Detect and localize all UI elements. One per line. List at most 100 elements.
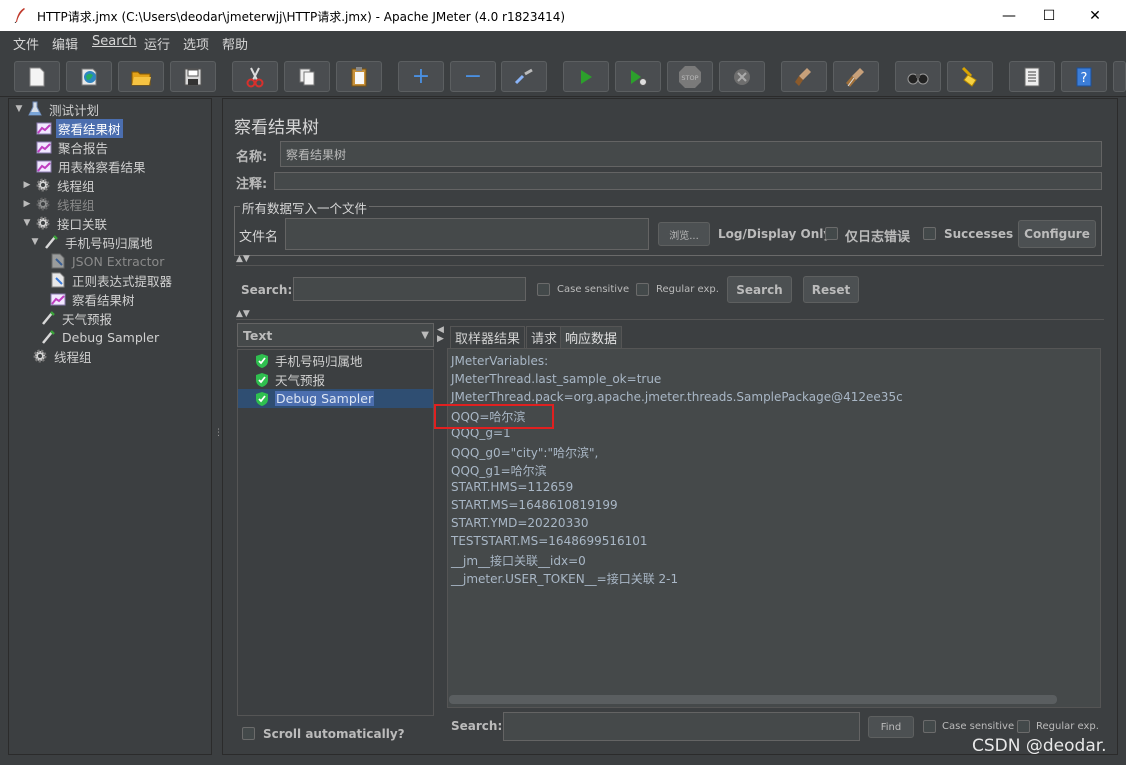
browse-button[interactable]: 浏览... bbox=[658, 222, 710, 246]
bottom-search-input[interactable] bbox=[503, 712, 860, 741]
name-field[interactable]: 察看结果树 bbox=[280, 141, 1102, 167]
result-row[interactable]: 手机号码归属地 bbox=[238, 351, 433, 370]
file-group-title: 所有数据写入一个文件 bbox=[240, 198, 370, 217]
splitter-arrows-bottom[interactable]: ▲▼ bbox=[236, 309, 250, 319]
clear-all-button[interactable] bbox=[833, 61, 879, 92]
horizontal-scrollbar[interactable] bbox=[449, 695, 1057, 704]
stop-icon: STOP bbox=[679, 65, 701, 88]
tab-sampler-result[interactable]: 取样器结果 bbox=[450, 326, 526, 348]
reset-search-button[interactable] bbox=[947, 61, 993, 92]
bottom-regex-checkbox[interactable] bbox=[1017, 720, 1030, 733]
tree-node[interactable]: JSON Extractor bbox=[50, 252, 166, 270]
tree-node[interactable]: 察看结果树 bbox=[36, 118, 123, 138]
result-row[interactable]: 天气预报 bbox=[238, 370, 433, 389]
open-button[interactable] bbox=[118, 61, 164, 92]
tree-node[interactable]: 天气预报 bbox=[40, 309, 114, 327]
new-button[interactable] bbox=[14, 61, 60, 92]
splitter-arrows-top[interactable]: ▲▼ bbox=[236, 254, 250, 264]
bottom-case-checkbox[interactable] bbox=[923, 720, 936, 733]
listener-icon bbox=[50, 291, 66, 307]
comment-field[interactable] bbox=[274, 172, 1102, 190]
tree-node-label: 手机号码归属地 bbox=[65, 235, 153, 251]
tree-node[interactable]: 正则表达式提取器 bbox=[50, 271, 174, 289]
function-helper-button[interactable] bbox=[1009, 61, 1055, 92]
tree-node-label: Debug Sampler bbox=[62, 329, 160, 345]
search-button[interactable]: Search bbox=[727, 276, 792, 303]
bottom-case-label: Case sensitive bbox=[942, 721, 1015, 732]
copy-button[interactable] bbox=[284, 61, 330, 92]
menu-file[interactable]: 文件 bbox=[13, 34, 39, 53]
shutdown-button[interactable] bbox=[719, 61, 765, 92]
toggle-icon bbox=[514, 68, 533, 84]
paste-button[interactable] bbox=[336, 61, 382, 92]
comment-label: 注释: bbox=[236, 177, 268, 192]
close-button[interactable]: ✕ bbox=[1072, 0, 1118, 31]
response-line: TESTSTART.MS=1648699516101 bbox=[451, 534, 648, 548]
renderer-select[interactable]: Text ▼ bbox=[237, 323, 434, 347]
tab-response-data[interactable]: 响应数据 bbox=[560, 326, 623, 348]
tab-request[interactable]: 请求 bbox=[526, 326, 563, 348]
tree-node[interactable]: ▶ 线程组 bbox=[22, 176, 97, 194]
divider-2 bbox=[236, 319, 1104, 320]
clear-button[interactable] bbox=[781, 61, 827, 92]
tree-node[interactable]: ▼ 测试计划 bbox=[14, 100, 101, 118]
expanded-twisty-icon[interactable]: ▼ bbox=[30, 237, 40, 247]
result-row[interactable]: Debug Sampler bbox=[238, 389, 433, 408]
filename-input[interactable] bbox=[285, 218, 649, 250]
regex-checkbox[interactable] bbox=[636, 283, 649, 296]
tree-node[interactable]: ▼ 接口关联 bbox=[22, 214, 109, 232]
cut-button[interactable] bbox=[232, 61, 278, 92]
collapse-all-button[interactable]: − bbox=[450, 61, 496, 92]
svg-text:?: ? bbox=[1081, 71, 1088, 86]
menu-options[interactable]: 选项 bbox=[183, 34, 209, 53]
filename-label: 文件名 bbox=[239, 230, 279, 245]
tree-node-label: 测试计划 bbox=[49, 102, 100, 118]
successes-checkbox[interactable] bbox=[923, 227, 936, 240]
tree-node[interactable]: 用表格察看结果 bbox=[36, 157, 148, 175]
case-sensitive-label: Case sensitive bbox=[557, 284, 630, 295]
left-splitter-grip[interactable]: ⋮ bbox=[214, 428, 223, 438]
case-sensitive-checkbox[interactable] bbox=[537, 283, 550, 296]
expand-all-button[interactable]: + bbox=[398, 61, 444, 92]
response-line: QQQ_g1=哈尔滨 bbox=[451, 464, 547, 478]
scroll-auto-checkbox[interactable] bbox=[242, 727, 255, 740]
tree-node-label: JSON Extractor bbox=[72, 253, 165, 269]
expanded-twisty-icon[interactable]: ▼ bbox=[22, 218, 32, 228]
renderer-value: Text bbox=[243, 327, 273, 343]
collapsed-twisty-icon[interactable]: ▶ bbox=[22, 199, 32, 209]
menu-help[interactable]: 帮助 bbox=[222, 34, 248, 53]
errors-only-label: 仅日志错误 bbox=[845, 230, 911, 245]
tree-node[interactable]: ▶ 线程组 bbox=[22, 195, 97, 213]
menu-edit[interactable]: 编辑 bbox=[52, 34, 78, 53]
reset-button[interactable]: Reset bbox=[803, 276, 859, 303]
save-button[interactable] bbox=[170, 61, 216, 92]
menu-search[interactable]: Search bbox=[92, 34, 137, 49]
search-input[interactable] bbox=[293, 277, 526, 301]
toolbar-overflow[interactable] bbox=[1113, 61, 1126, 92]
tree-node[interactable]: 线程组 bbox=[32, 347, 94, 365]
templates-button[interactable] bbox=[66, 61, 112, 92]
extractor-icon bbox=[50, 272, 66, 288]
tree-node[interactable]: 聚合报告 bbox=[36, 138, 110, 156]
response-line: QQQ_g0="city":"哈尔滨", bbox=[451, 446, 599, 460]
response-line: JMeterThread.last_sample_ok=true bbox=[451, 372, 662, 386]
tree-node-label: 接口关联 bbox=[57, 216, 108, 232]
find-button[interactable]: Find bbox=[868, 716, 914, 738]
collapsed-twisty-icon[interactable]: ▶ bbox=[22, 180, 32, 190]
splitter-vertical[interactable]: ◀ ▶ bbox=[437, 326, 444, 344]
start-button[interactable] bbox=[563, 61, 609, 92]
tree-node[interactable]: Debug Sampler bbox=[40, 328, 161, 346]
start-no-pauses-button[interactable] bbox=[615, 61, 661, 92]
help-button[interactable]: ? bbox=[1061, 61, 1107, 92]
toggle-button[interactable] bbox=[501, 61, 547, 92]
bottom-regex-label: Regular exp. bbox=[1036, 721, 1099, 732]
menu-run[interactable]: 运行 bbox=[144, 34, 170, 53]
configure-button[interactable]: Configure bbox=[1018, 220, 1096, 248]
stop-button[interactable]: STOP bbox=[667, 61, 713, 92]
search-button-toolbar[interactable] bbox=[895, 61, 941, 92]
tree-node[interactable]: ▼ 手机号码归属地 bbox=[30, 233, 155, 251]
expanded-twisty-icon[interactable]: ▼ bbox=[14, 104, 24, 114]
maximize-button[interactable]: ☐ bbox=[1026, 0, 1072, 31]
tree-node[interactable]: 察看结果树 bbox=[50, 290, 137, 308]
errors-only-checkbox[interactable] bbox=[825, 227, 838, 240]
